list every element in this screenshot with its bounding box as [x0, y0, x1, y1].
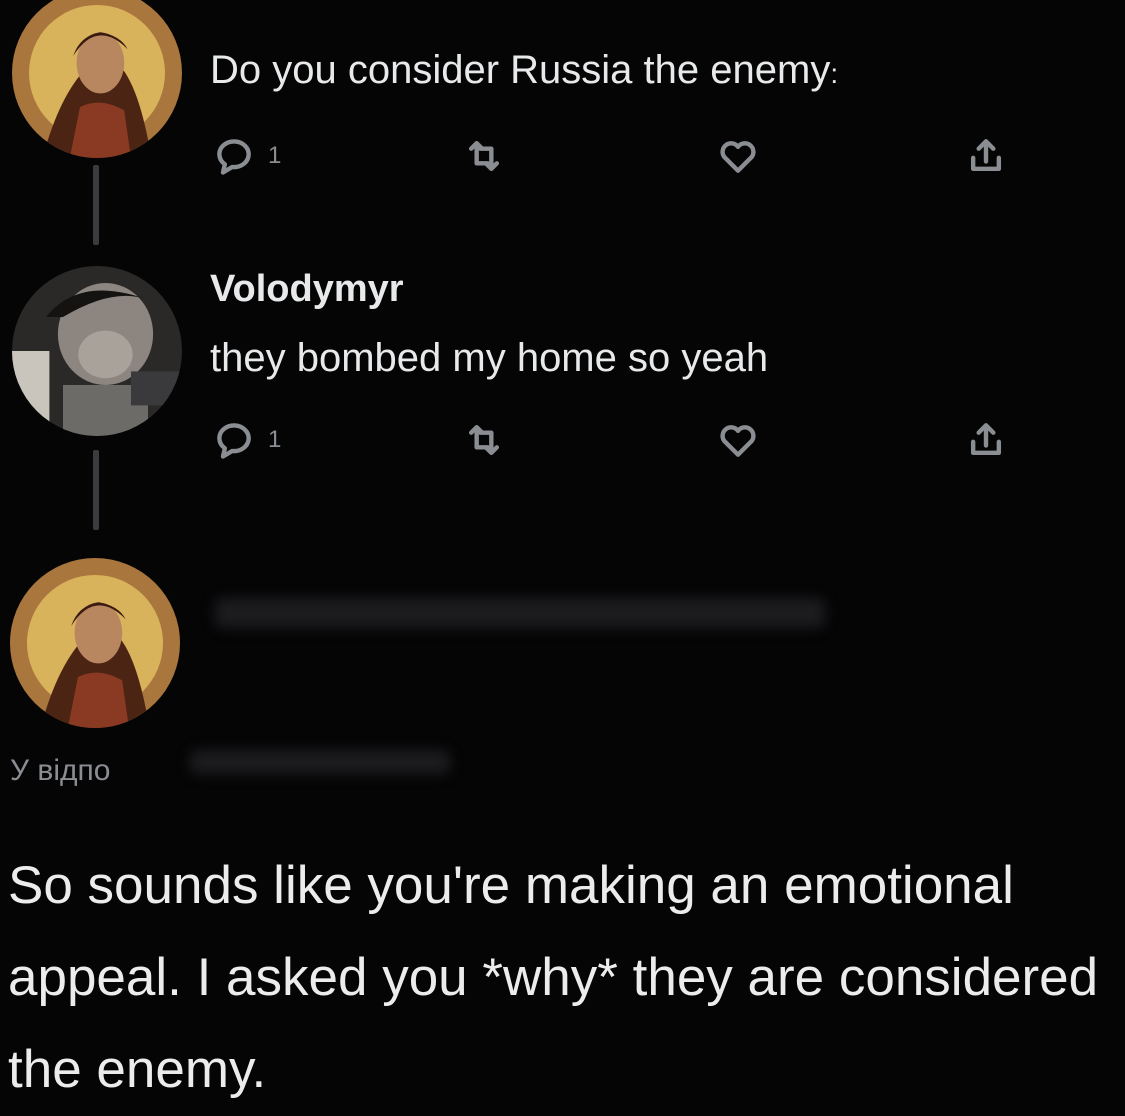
- reply-text: So sounds like you're making an emotiona…: [8, 856, 1099, 1099]
- share-button[interactable]: [964, 418, 1008, 462]
- selfie-avatar: [12, 266, 182, 436]
- avatar[interactable]: [10, 558, 180, 728]
- thread-connector: [93, 165, 99, 245]
- redacted-handle: [190, 750, 450, 774]
- icon-painting-avatar: [12, 0, 182, 158]
- replying-to-label: У відпо: [10, 754, 111, 787]
- reply-button[interactable]: 1: [212, 134, 281, 178]
- tweet-text: Do you consider Russia the enemy:: [210, 48, 838, 93]
- icon-painting-avatar: [10, 558, 180, 728]
- like-button[interactable]: [716, 418, 760, 462]
- reply-button[interactable]: 1: [212, 418, 281, 462]
- share-button[interactable]: [964, 134, 1008, 178]
- thread-connector: [93, 450, 99, 530]
- speech-bubble-icon: [217, 423, 251, 459]
- retweet-icon: [468, 140, 500, 172]
- reply-count: 1: [268, 142, 282, 169]
- avatar[interactable]: [12, 0, 182, 158]
- author-name[interactable]: Volodymyr: [210, 268, 404, 311]
- tweet-text: they bombed my home so yeah: [210, 336, 769, 380]
- avatar[interactable]: [12, 266, 182, 436]
- speech-bubble-icon: [217, 139, 251, 175]
- like-button[interactable]: [716, 134, 760, 178]
- retweet-icon: [468, 424, 500, 456]
- share-icon: [970, 139, 1002, 172]
- heart-icon: [720, 141, 756, 173]
- redacted-username: [215, 598, 825, 628]
- tweet-text-main: Do you consider Russia the enemy: [210, 48, 831, 92]
- tweet-text-suffix: :: [830, 58, 839, 89]
- reply-count: 1: [268, 426, 282, 453]
- retweet-button[interactable]: [462, 418, 506, 462]
- heart-icon: [720, 425, 756, 457]
- retweet-button[interactable]: [462, 134, 506, 178]
- share-icon: [970, 423, 1002, 456]
